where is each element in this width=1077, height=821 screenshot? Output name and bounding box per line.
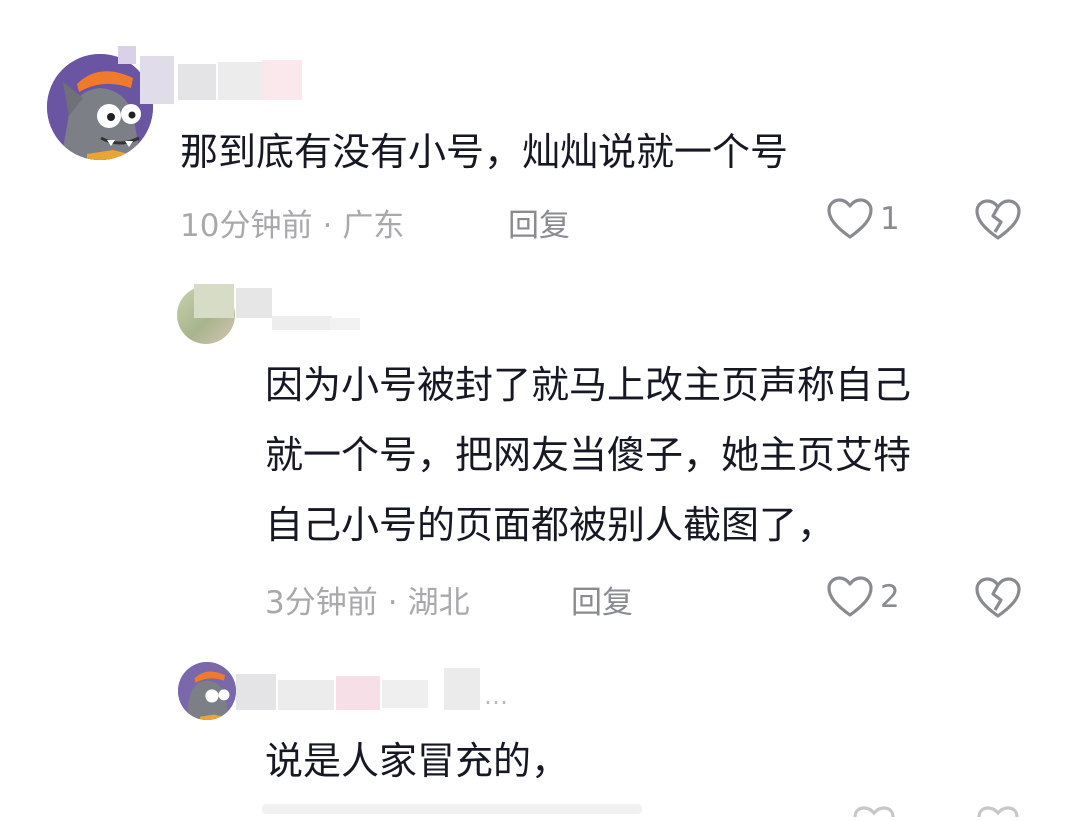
wolf-avatar-icon <box>47 54 153 160</box>
comment-time: 3分钟前 <box>265 585 378 621</box>
meta-separator: · <box>387 585 398 621</box>
comment-text: 那到底有没有小号，灿灿说就一个号 <box>180 130 789 174</box>
like-button[interactable]: 2 <box>826 575 900 619</box>
reply-button[interactable]: 回复 <box>508 200 570 245</box>
comment-meta: 3分钟前 · 湖北 <box>265 577 470 622</box>
comment-text: 说是人家冒充的， <box>265 739 570 783</box>
meta-separator: · <box>322 208 333 244</box>
comment-location: 广东 <box>342 208 405 244</box>
user-avatar[interactable] <box>178 662 236 720</box>
dislike-button[interactable] <box>974 198 1022 246</box>
broken-heart-icon <box>975 577 1021 618</box>
broken-heart-icon <box>975 199 1021 240</box>
heart-icon <box>827 576 873 617</box>
user-avatar[interactable] <box>47 54 153 160</box>
comment-time: 10分钟前 <box>180 208 313 244</box>
broken-heart-icon <box>977 806 1019 818</box>
wolf-avatar-icon <box>178 662 236 720</box>
like-count: 1 <box>880 201 900 237</box>
reply-button[interactable]: 回复 <box>571 577 633 622</box>
heart-icon <box>827 198 873 239</box>
meta-cutoff <box>262 804 642 814</box>
like-button[interactable]: 1 <box>826 197 900 241</box>
comment-text-line: 因为小号被封了就马上改主页声称自己 <box>265 363 912 407</box>
username-suffix: … <box>484 682 508 710</box>
comment-text-line: 就一个号，把网友当傻子，她主页艾特 <box>265 433 912 477</box>
like-button[interactable] <box>850 802 898 821</box>
heart-icon <box>853 806 895 818</box>
comment-text-line: 自己小号的页面都被别人截图了， <box>265 503 836 547</box>
dislike-button[interactable] <box>974 576 1022 624</box>
comment-location: 湖北 <box>407 585 470 621</box>
dislike-button[interactable] <box>974 802 1022 821</box>
like-count: 2 <box>880 579 900 615</box>
comment-meta: 10分钟前 · 广东 <box>180 200 404 245</box>
